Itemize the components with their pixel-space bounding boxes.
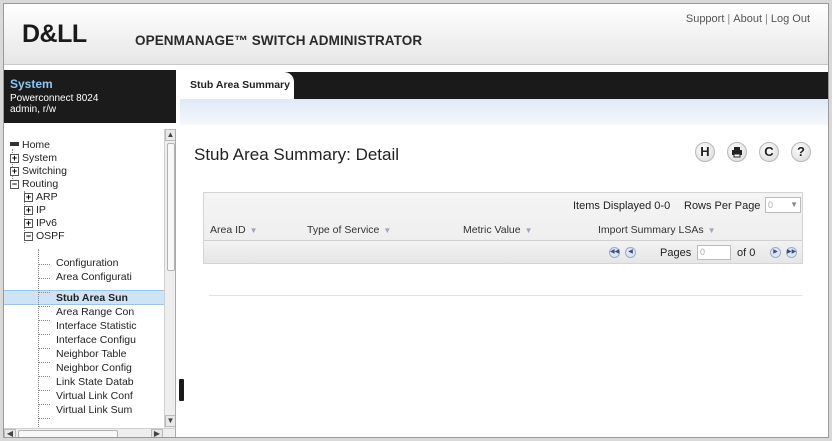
tree-item-configuration[interactable]: Configuration bbox=[56, 257, 118, 270]
about-link[interactable]: About bbox=[733, 13, 762, 25]
sort-icon: ▼ bbox=[707, 226, 716, 235]
support-link[interactable]: Support bbox=[686, 13, 725, 25]
expand-icon[interactable]: + bbox=[24, 219, 33, 228]
column-metric-value[interactable]: Metric Value ▼ bbox=[463, 224, 533, 236]
tree-item-neighbor-configuration[interactable]: Neighbor Config bbox=[56, 362, 132, 375]
app-window: D&LL OPENMANAGE™ SWITCH ADMINISTRATOR Su… bbox=[3, 3, 829, 438]
tree-item-virtual-link-summary[interactable]: Virtual Link Sum bbox=[56, 404, 132, 417]
grid-toolbar: Items Displayed 0-0 Rows Per Page 0 ▼ bbox=[204, 193, 802, 215]
expand-icon[interactable]: + bbox=[10, 154, 19, 163]
expand-icon[interactable]: + bbox=[24, 206, 33, 215]
app-title: OPENMANAGE™ SWITCH ADMINISTRATOR bbox=[135, 33, 423, 48]
help-icon[interactable]: ? bbox=[791, 142, 811, 162]
tree-item-interface-statistics[interactable]: Interface Statistic bbox=[56, 320, 137, 333]
expand-icon[interactable]: + bbox=[10, 167, 19, 176]
tree-item-area-range-configuration[interactable]: Area Range Con bbox=[56, 306, 134, 319]
tree-item-stub-area-summary[interactable]: Stub Area Sun bbox=[56, 292, 128, 305]
tree-item-interface-configuration[interactable]: Interface Configu bbox=[56, 334, 136, 347]
system-user: admin, r/w bbox=[10, 104, 57, 115]
rows-per-page-select[interactable]: 0 ▼ bbox=[765, 197, 801, 213]
tree-item-switching[interactable]: + Switching bbox=[10, 165, 67, 178]
tree-item-neighbor-table[interactable]: Neighbor Table bbox=[56, 348, 126, 361]
home-icon bbox=[10, 142, 19, 146]
column-area-id[interactable]: Area ID ▼ bbox=[210, 224, 258, 236]
column-type-of-service[interactable]: Type of Service ▼ bbox=[307, 224, 391, 236]
last-page-icon[interactable]: ▶▶ bbox=[786, 247, 797, 258]
panel-splitter[interactable] bbox=[179, 379, 184, 401]
chevron-down-icon: ▼ bbox=[790, 200, 798, 209]
save-icon[interactable]: H bbox=[695, 142, 715, 162]
system-model: Powerconnect 8024 bbox=[10, 93, 99, 104]
rows-per-page-label: Rows Per Page bbox=[684, 200, 761, 212]
tree-item-home[interactable]: Home bbox=[10, 139, 50, 152]
scroll-thumb-horizontal[interactable] bbox=[18, 430, 118, 437]
logout-link[interactable]: Log Out bbox=[771, 13, 810, 25]
refresh-icon[interactable]: C bbox=[759, 142, 779, 162]
scroll-thumb[interactable] bbox=[167, 143, 175, 271]
first-page-icon[interactable]: ◀◀ bbox=[609, 247, 620, 258]
data-grid: Items Displayed 0-0 Rows Per Page 0 ▼ Are… bbox=[203, 192, 803, 264]
tree-horizontal-scrollbar[interactable]: ◀ ▶ bbox=[4, 428, 176, 437]
tab-bar-shadow bbox=[180, 99, 828, 125]
scroll-down-icon[interactable]: ▼ bbox=[165, 415, 175, 427]
tree-item-system[interactable]: + System bbox=[10, 152, 57, 165]
navigation-tree: Home + System + Switching − Routing + ARP + I… bbox=[4, 129, 176, 428]
collapse-icon[interactable]: − bbox=[24, 232, 33, 241]
tab-stub-area-summary[interactable]: Stub Area Summary bbox=[180, 72, 294, 99]
content-divider bbox=[209, 295, 802, 296]
tree-vertical-scrollbar[interactable]: ▲ ▼ bbox=[164, 129, 175, 428]
tree-item-virtual-link-configuration[interactable]: Virtual Link Conf bbox=[56, 390, 133, 403]
tab-bar: Stub Area Summary bbox=[180, 72, 828, 99]
previous-page-icon[interactable]: ◀ bbox=[625, 247, 636, 258]
collapse-icon[interactable]: − bbox=[10, 180, 19, 189]
sort-icon: ▼ bbox=[249, 226, 258, 235]
page-title: Stub Area Summary: Detail bbox=[194, 145, 400, 164]
top-links: Support | About | Log Out bbox=[685, 13, 810, 25]
grid-pager: ◀◀ ◀ Pages 0 of 0 ▶ ▶▶ bbox=[204, 241, 802, 263]
tree-item-link-state-database[interactable]: Link State Datab bbox=[56, 376, 134, 389]
scroll-up-icon[interactable]: ▲ bbox=[165, 129, 175, 141]
tree-item-routing[interactable]: − Routing bbox=[10, 178, 58, 191]
sort-icon: ▼ bbox=[383, 226, 392, 235]
dell-logo: D&LL bbox=[22, 20, 87, 48]
scroll-left-icon[interactable]: ◀ bbox=[4, 429, 16, 437]
scroll-right-icon[interactable]: ▶ bbox=[151, 429, 163, 437]
items-displayed-label: Items Displayed 0-0 bbox=[573, 200, 671, 212]
header: D&LL OPENMANAGE™ SWITCH ADMINISTRATOR Su… bbox=[4, 4, 828, 65]
sort-icon: ▼ bbox=[524, 226, 533, 235]
expand-icon[interactable]: + bbox=[24, 193, 33, 202]
tree-item-ospf[interactable]: − OSPF bbox=[24, 230, 65, 243]
printer-icon[interactable] bbox=[727, 142, 747, 162]
next-page-icon[interactable]: ▶ bbox=[770, 247, 781, 258]
tree-item-ip[interactable]: + IP bbox=[24, 204, 46, 217]
grid-header-row: Area ID ▼ Type of Service ▼ Metric Value ▼ … bbox=[204, 215, 802, 241]
tree-item-area-configuration[interactable]: Area Configurati bbox=[56, 271, 132, 284]
system-panel: System Powerconnect 8024 admin, r/w bbox=[4, 70, 176, 123]
tree-item-arp[interactable]: + ARP bbox=[24, 191, 58, 204]
system-title[interactable]: System bbox=[10, 77, 176, 91]
tree-item-ipv6[interactable]: + IPv6 bbox=[24, 217, 57, 230]
page-count-label: of 0 bbox=[737, 247, 756, 259]
page-number-input[interactable]: 0 bbox=[697, 245, 731, 260]
pages-label: Pages bbox=[660, 247, 692, 259]
column-import-summary-lsas[interactable]: Import Summary LSAs ▼ bbox=[598, 224, 716, 236]
